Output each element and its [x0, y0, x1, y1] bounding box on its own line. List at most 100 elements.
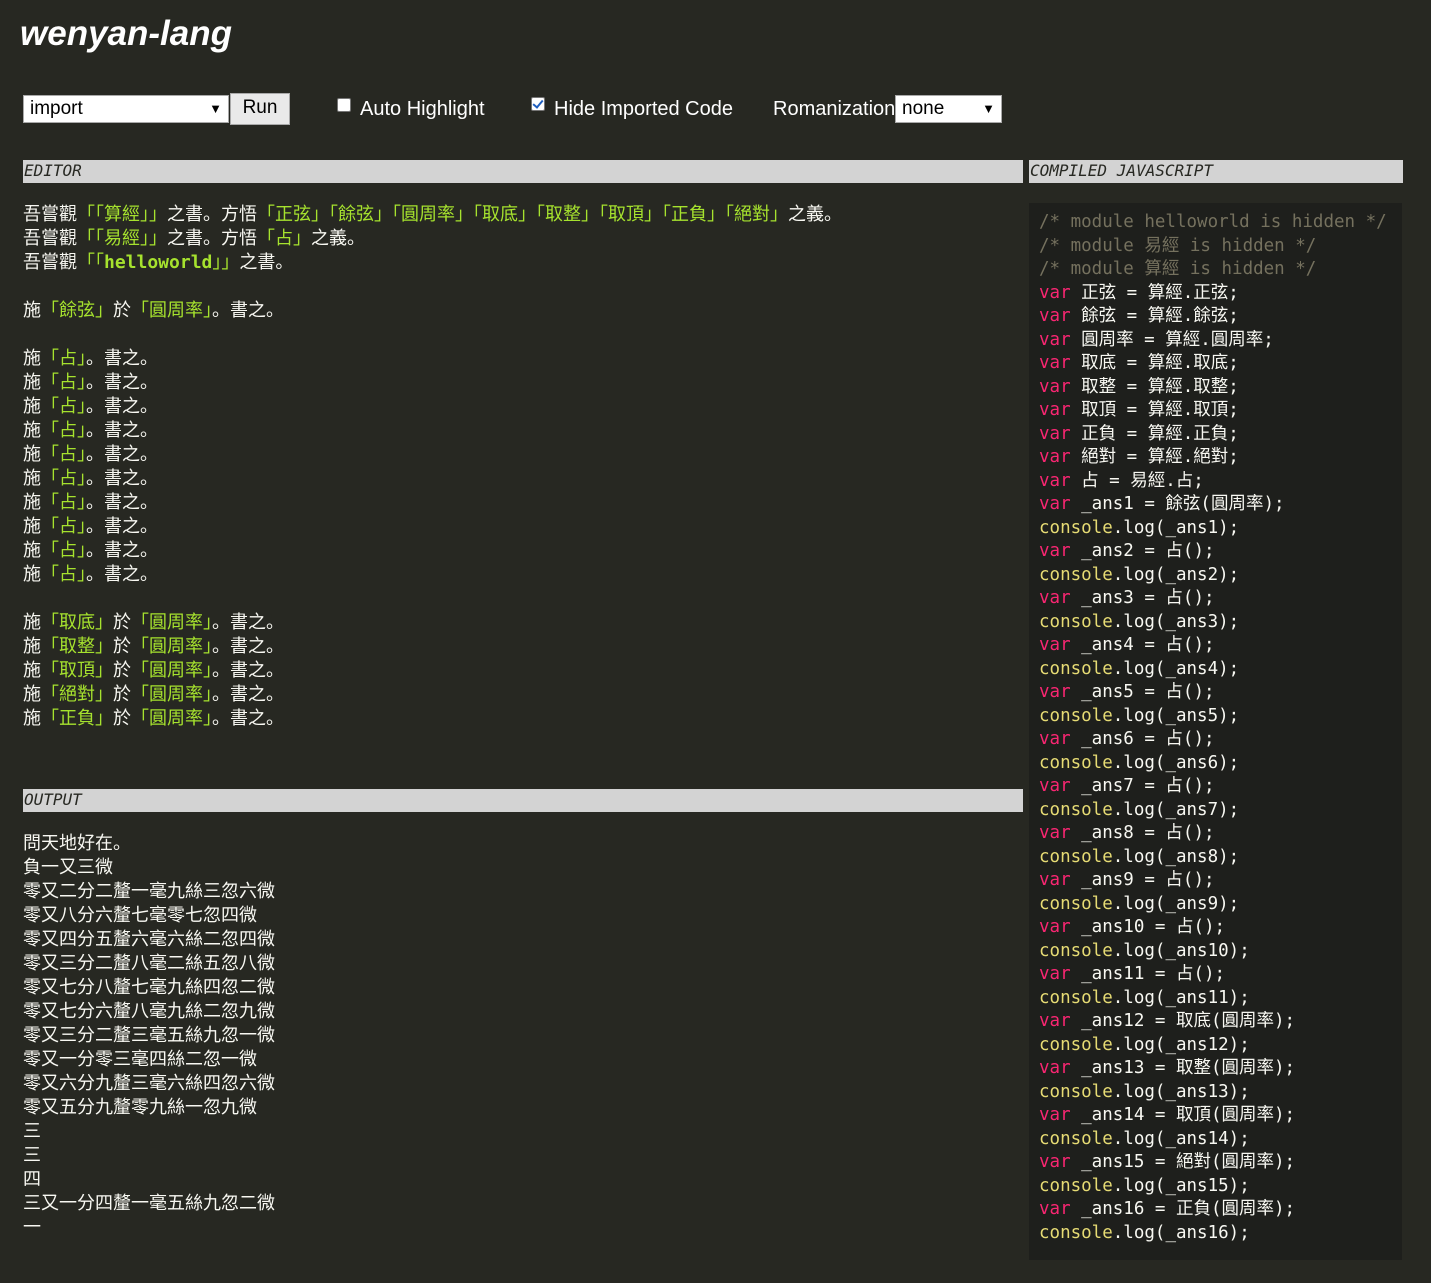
identifier-token: 「占」 — [41, 348, 86, 369]
editor-line: 施「絕對」於「圓周率」。書之。 — [23, 683, 1023, 707]
output-header: OUTPUT — [23, 789, 1023, 812]
keyword-token: 施 — [23, 492, 41, 513]
code-editor[interactable]: 吾嘗觀「「算經」」之書。方悟「正弦」「餘弦」「圓周率」「取底」「取整」「取頂」「… — [23, 203, 1023, 731]
js-line: console.log(_ans3); — [1039, 611, 1387, 635]
js-line: console.log(_ans2); — [1039, 564, 1387, 588]
code-token: .log(_ans1); — [1112, 517, 1240, 538]
var-keyword: var — [1039, 729, 1071, 749]
var-keyword: var — [1039, 964, 1071, 984]
compiled-js-code: /* module helloworld is hidden */ /* modu… — [1039, 211, 1387, 1245]
console-token: console — [1039, 752, 1113, 773]
js-line: var _ans10 = 占(); — [1039, 916, 1387, 940]
code-token: .log(_ans9); — [1112, 893, 1240, 914]
output-line: 零又六分九釐三毫六絲四忽六微 — [23, 1073, 275, 1094]
output-line: 四 — [23, 1169, 41, 1190]
identifier-token: 「占」 — [41, 516, 86, 537]
code-token: .log(_ans10); — [1112, 940, 1250, 961]
code-token: .log(_ans14); — [1112, 1128, 1250, 1149]
keyword-token: 施 — [23, 564, 41, 585]
hide-imported-checkbox[interactable] — [531, 97, 545, 111]
keyword-token: 於 — [113, 708, 131, 729]
code-token: .log(_ans3); — [1112, 611, 1240, 632]
keyword-token: 之書。方悟 — [167, 204, 257, 225]
identifier-token: 「取整」 — [41, 636, 113, 657]
editor-line: 吾嘗觀「「易經」」之書。方悟「占」之義。 — [23, 227, 1023, 251]
editor-line: 吾嘗觀「「helloworld」」之書。 — [23, 251, 1023, 275]
js-line: /* module helloworld is hidden */ — [1039, 211, 1387, 235]
var-keyword: var — [1039, 282, 1071, 303]
js-line: console.log(_ans9); — [1039, 893, 1387, 917]
identifier-token: 「占」 — [41, 396, 86, 417]
output-line: 三又一分四釐一毫五絲九忽二微 — [23, 1193, 275, 1214]
console-token: console — [1039, 799, 1113, 820]
code-token: 絕對 = 算經.絕對; — [1070, 447, 1239, 467]
identifier-token: 「占」 — [41, 420, 86, 441]
toolbar: import ▼ Run Auto Highlight Hide Importe… — [23, 93, 1023, 125]
var-keyword: var — [1039, 823, 1071, 843]
code-token: .log(_ans6); — [1112, 752, 1240, 773]
keyword-token: 於 — [113, 636, 131, 657]
identifier-token: 「「 — [77, 252, 104, 273]
js-line: var 圓周率 = 算經.圓周率; — [1039, 329, 1387, 353]
console-token: console — [1039, 1175, 1113, 1196]
example-select[interactable]: import ▼ — [23, 95, 229, 123]
dropdown-arrow-icon: ▼ — [982, 101, 995, 116]
js-line: /* module 易經 is hidden */ — [1039, 235, 1387, 259]
code-token: 占 = 易經.占; — [1070, 470, 1204, 491]
identifier-token: 「圓周率」 — [131, 612, 212, 633]
var-keyword: var — [1039, 376, 1071, 397]
keyword-token: 之義。 — [788, 204, 842, 225]
editor-line: 吾嘗觀「「算經」」之書。方悟「正弦」「餘弦」「圓周率」「取底」「取整」「取頂」「… — [23, 203, 1023, 227]
var-keyword: var — [1039, 917, 1071, 937]
identifier-token: 「圓周率」 — [392, 204, 473, 225]
identifier-token: 「占」 — [41, 372, 86, 393]
run-button[interactable]: Run — [230, 93, 290, 125]
code-token: _ans7 = 占(); — [1070, 776, 1215, 796]
keyword-token: 之義。 — [311, 228, 365, 249]
code-token: .log(_ans2); — [1112, 564, 1240, 585]
js-line: console.log(_ans8); — [1039, 846, 1387, 870]
js-line: var 取整 = 算經.取整; — [1039, 376, 1387, 400]
editor-line: 施「占」。書之。 — [23, 419, 1023, 443]
editor-line: 施「占」。書之。 — [23, 515, 1023, 539]
code-token: 正弦 = 算經.正弦; — [1070, 282, 1239, 303]
code-token: .log(_ans4); — [1112, 658, 1240, 679]
var-keyword: var — [1039, 1058, 1071, 1078]
js-line: console.log(_ans10); — [1039, 940, 1387, 964]
compiled-js-header: COMPILED JAVASCRIPT — [1029, 160, 1403, 183]
js-line: var _ans6 = 占(); — [1039, 728, 1387, 752]
js-line: var 取頂 = 算經.取頂; — [1039, 399, 1387, 423]
romanization-select[interactable]: none ▼ — [895, 95, 1002, 123]
output-panel: 問天地好在。 負一又三微 零又二分二釐一毫九絲三忽六微 零又八分六釐七毫零七忽四微 零又… — [23, 832, 1023, 1240]
console-token: console — [1039, 564, 1113, 585]
js-line: var _ans4 = 占(); — [1039, 634, 1387, 658]
identifier-token: 「圓周率」 — [131, 708, 212, 729]
js-line: var 取底 = 算經.取底; — [1039, 352, 1387, 376]
code-token: _ans8 = 占(); — [1070, 823, 1215, 843]
js-line: console.log(_ans7); — [1039, 799, 1387, 823]
js-line: console.log(_ans6); — [1039, 752, 1387, 776]
keyword-token: 。書之。 — [86, 492, 158, 513]
var-keyword: var — [1039, 1152, 1071, 1172]
editor-line: 施「占」。書之。 — [23, 491, 1023, 515]
output-line: 負一又三微 — [23, 857, 113, 878]
js-line: var _ans11 = 占(); — [1039, 963, 1387, 987]
code-token: _ans5 = 占(); — [1070, 682, 1215, 702]
identifier-token: 「「易經」」 — [77, 228, 167, 249]
var-keyword: var — [1039, 494, 1071, 514]
auto-highlight-label[interactable]: Auto Highlight — [360, 97, 485, 121]
comment-token: /* module 易經 is hidden */ — [1039, 235, 1317, 256]
console-token: console — [1039, 1128, 1113, 1149]
keyword-token: 於 — [113, 300, 131, 321]
keyword-token: 施 — [23, 444, 41, 465]
var-keyword: var — [1039, 1011, 1071, 1031]
js-line: console.log(_ans15); — [1039, 1175, 1387, 1199]
auto-highlight-checkbox[interactable] — [337, 98, 351, 112]
output-line: 零又八分六釐七毫零七忽四微 — [23, 905, 257, 926]
code-token: _ans6 = 占(); — [1070, 729, 1215, 749]
hide-imported-label[interactable]: Hide Imported Code — [554, 97, 733, 121]
identifier-token: 「占」 — [41, 540, 86, 561]
code-token: _ans3 = 占(); — [1070, 588, 1215, 608]
editor-line: 施「占」。書之。 — [23, 395, 1023, 419]
var-keyword: var — [1039, 870, 1071, 890]
